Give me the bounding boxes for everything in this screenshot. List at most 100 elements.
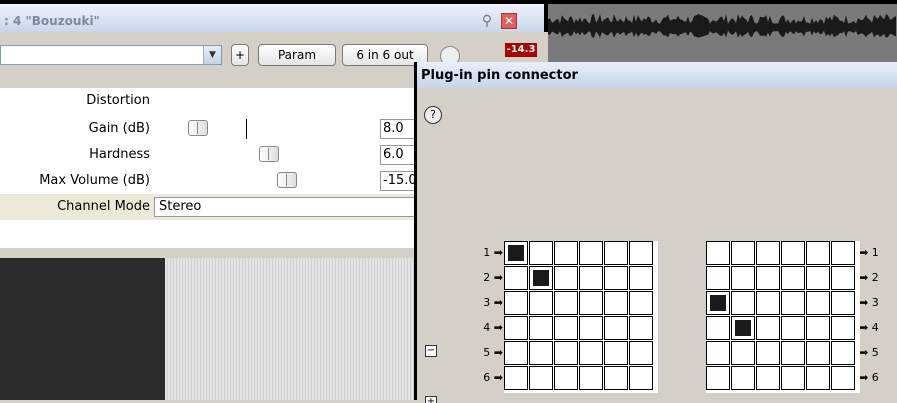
pin-cell[interactable] (529, 266, 553, 290)
section-header: Distortion (86, 93, 150, 108)
pin-cell[interactable] (731, 266, 755, 290)
pin-cell[interactable] (529, 316, 553, 340)
preset-dropdown[interactable]: ▼ (0, 45, 222, 65)
pin-cell[interactable] (604, 266, 628, 290)
output-row-label: ➡ 3 (859, 296, 879, 309)
collapse-button[interactable]: − (425, 345, 437, 357)
pin-cell[interactable] (629, 266, 653, 290)
pin-cell[interactable] (756, 241, 780, 265)
pin-cell[interactable] (554, 366, 578, 390)
gain-slider[interactable] (158, 116, 373, 142)
add-fx-button[interactable]: + (231, 44, 249, 66)
pin-cell[interactable] (604, 316, 628, 340)
chevron-down-icon[interactable]: ▼ (203, 46, 221, 64)
pin-cell[interactable] (781, 291, 805, 315)
pin-cell[interactable] (529, 366, 553, 390)
pin-cell[interactable] (731, 366, 755, 390)
pin-cell[interactable] (629, 316, 653, 340)
pin-cell[interactable] (781, 316, 805, 340)
pin-cell[interactable] (629, 241, 653, 265)
pin-cell[interactable] (731, 316, 755, 340)
pin-cell[interactable] (579, 316, 603, 340)
pin-cell[interactable] (579, 241, 603, 265)
pin-cell[interactable] (831, 291, 855, 315)
waveform-display (548, 0, 897, 62)
slider-thumb[interactable] (277, 172, 297, 188)
pin-cell[interactable] (629, 366, 653, 390)
pin-cell[interactable] (504, 241, 528, 265)
param-button[interactable]: Param (258, 44, 336, 66)
pin-cell[interactable] (554, 341, 578, 365)
pin-cell[interactable] (604, 291, 628, 315)
pin-cell[interactable] (629, 291, 653, 315)
param-row-hardness: Hardness 6.0 (0, 142, 420, 168)
pin-cell[interactable] (706, 241, 730, 265)
pin-cell[interactable] (504, 316, 528, 340)
max-volume-slider[interactable] (158, 168, 373, 194)
pin-cell[interactable] (831, 266, 855, 290)
pin-cell[interactable] (806, 241, 830, 265)
pin-cell[interactable] (504, 266, 528, 290)
slider-thumb[interactable] (259, 146, 279, 162)
pin-connector-titlebar[interactable]: Plug-in pin connector (417, 62, 897, 88)
pin-cell[interactable] (731, 241, 755, 265)
pin-cell[interactable] (579, 291, 603, 315)
pin-cell[interactable] (504, 366, 528, 390)
pin-cell[interactable] (604, 366, 628, 390)
output-row-label: ➡ 4 (859, 321, 879, 334)
pin-cell[interactable] (554, 291, 578, 315)
pin-cell[interactable] (504, 291, 528, 315)
slider-thumb[interactable] (188, 120, 208, 136)
pin-cell[interactable] (756, 366, 780, 390)
pin-cell[interactable] (604, 241, 628, 265)
pin-cell[interactable] (831, 366, 855, 390)
pin-cell[interactable] (806, 366, 830, 390)
pin-cell[interactable] (529, 241, 553, 265)
output-row-label: ➡ 6 (859, 371, 879, 384)
pin-cell[interactable] (781, 366, 805, 390)
pin-connector-window: Plug-in pin connector ? JS input 1JS inp… (414, 62, 897, 403)
pin-icon[interactable]: ⚲ (479, 12, 495, 30)
pin-cell[interactable] (831, 241, 855, 265)
pin-cell[interactable] (731, 291, 755, 315)
fx-titlebar[interactable]: : 4 "Bouzouki" ⚲ ✕ (0, 0, 548, 32)
close-icon[interactable]: ✕ (501, 13, 517, 29)
pin-cell[interactable] (706, 266, 730, 290)
pin-cell[interactable] (529, 341, 553, 365)
input-row-label: 4 ➡ (483, 321, 503, 334)
pin-cell[interactable] (781, 341, 805, 365)
pin-cell[interactable] (529, 291, 553, 315)
pin-cell[interactable] (756, 291, 780, 315)
hardness-slider[interactable] (158, 142, 373, 168)
pin-cell[interactable] (706, 316, 730, 340)
pin-cell[interactable] (806, 291, 830, 315)
input-row-label: 1 ➡ (483, 246, 503, 259)
pin-cell[interactable] (706, 366, 730, 390)
pin-cell[interactable] (731, 341, 755, 365)
pin-cell[interactable] (781, 241, 805, 265)
help-button[interactable]: ? (424, 106, 442, 124)
pin-cell[interactable] (806, 341, 830, 365)
pin-cell[interactable] (781, 266, 805, 290)
pin-cell[interactable] (806, 266, 830, 290)
pin-cell[interactable] (579, 341, 603, 365)
channel-mode-select[interactable]: Stereo (154, 197, 416, 217)
pin-cell[interactable] (604, 341, 628, 365)
pin-cell[interactable] (756, 266, 780, 290)
pin-cell[interactable] (756, 341, 780, 365)
pin-cell[interactable] (579, 366, 603, 390)
pin-cell[interactable] (554, 241, 578, 265)
pin-cell[interactable] (504, 341, 528, 365)
pin-cell[interactable] (579, 266, 603, 290)
output-pin-grid (706, 241, 860, 393)
pin-cell[interactable] (706, 341, 730, 365)
pin-cell[interactable] (629, 341, 653, 365)
pin-cell[interactable] (831, 341, 855, 365)
pin-cell[interactable] (554, 316, 578, 340)
param-panel: Distortion Gain (dB) 8.0 Hardness 6.0 Ma… (0, 88, 420, 248)
pin-cell[interactable] (706, 291, 730, 315)
pin-cell[interactable] (831, 316, 855, 340)
pin-cell[interactable] (756, 316, 780, 340)
pin-cell[interactable] (806, 316, 830, 340)
pin-cell[interactable] (554, 266, 578, 290)
